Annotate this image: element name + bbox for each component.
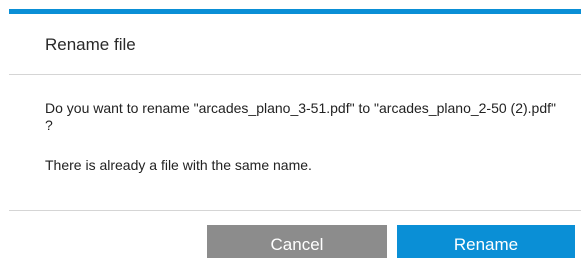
duplicate-file-note: There is already a file with the same na… bbox=[45, 157, 312, 173]
dialog-accent-bar bbox=[9, 9, 581, 14]
cancel-button[interactable]: Cancel bbox=[207, 225, 387, 258]
header-divider bbox=[9, 74, 581, 75]
dialog-title: Rename file bbox=[45, 35, 136, 54]
rename-file-dialog: Rename file Do you want to rename "arcad… bbox=[0, 0, 581, 258]
footer-divider bbox=[9, 210, 581, 211]
rename-button[interactable]: Rename bbox=[397, 225, 575, 258]
rename-confirmation-message: Do you want to rename "arcades_plano_3-5… bbox=[45, 100, 556, 133]
